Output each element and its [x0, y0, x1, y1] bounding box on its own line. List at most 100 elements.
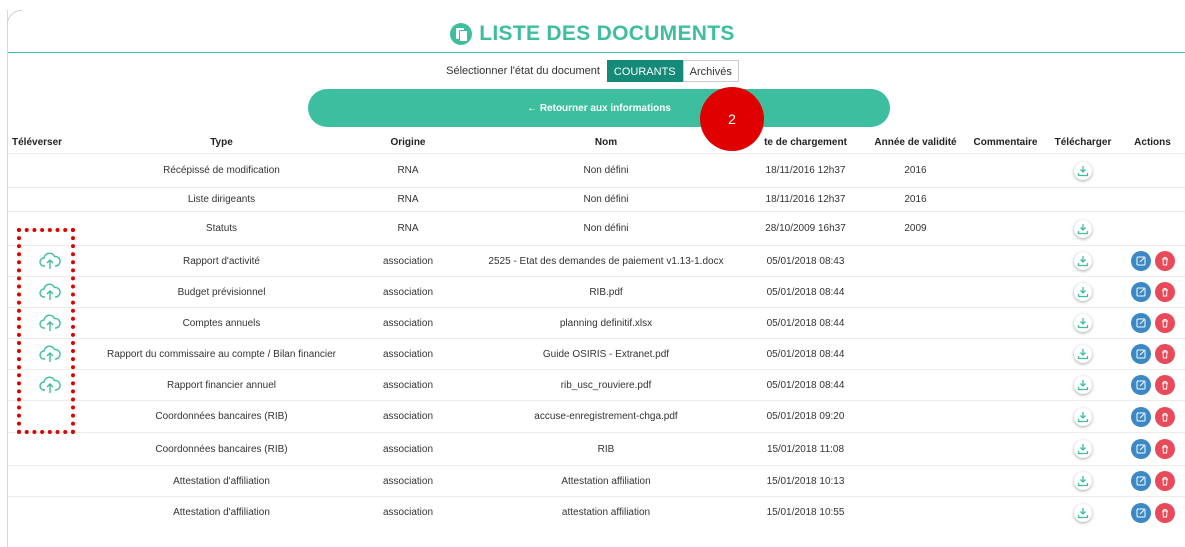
download-icon[interactable]: [1074, 503, 1092, 522]
validity-year-cell: [866, 307, 965, 339]
name-cell: rib_usc_rouviere.pdf: [467, 369, 745, 401]
validity-year-cell: [866, 400, 965, 433]
title-divider: [8, 52, 1185, 53]
edit-icon[interactable]: [1130, 282, 1151, 302]
state-archived-button[interactable]: Archivés: [682, 60, 739, 82]
edit-icon[interactable]: [1130, 251, 1151, 271]
validity-year-cell: [866, 496, 965, 529]
validity-year-cell: [866, 338, 965, 370]
delete-icon[interactable]: [1154, 502, 1175, 523]
state-current-button[interactable]: COURANTS: [606, 60, 683, 82]
edit-icon[interactable]: [1130, 406, 1151, 427]
origin-cell: association: [349, 307, 467, 339]
edit-icon[interactable]: [1130, 375, 1151, 395]
actions-cell: [1120, 465, 1185, 497]
edit-icon[interactable]: [1130, 502, 1151, 523]
edit-icon[interactable]: [1130, 439, 1151, 459]
delete-icon[interactable]: [1154, 251, 1175, 271]
header-name: Nom: [594, 136, 618, 148]
validity-year-cell: [866, 465, 965, 497]
comment-cell: [965, 369, 1046, 401]
state-label: Sélectionner l'état du document: [446, 65, 600, 77]
download-icon[interactable]: [1074, 472, 1092, 490]
download-icon[interactable]: [1074, 440, 1092, 458]
upload-cell: [8, 432, 94, 466]
name-cell: RIB.pdf: [467, 276, 745, 308]
download-cell: [1046, 338, 1120, 370]
upload-date-cell: 18/11/2016 12h37: [745, 153, 866, 188]
upload-date-cell: 05/01/2018 08:44: [745, 307, 866, 339]
name-cell: Guide OSIRIS - Extranet.pdf: [467, 338, 745, 370]
validity-year-cell: [866, 276, 965, 308]
table-row: Attestation d'affiliation association Atte…: [8, 465, 1185, 497]
name-cell: attestation affiliation: [467, 496, 745, 529]
page-header: LISTE DES DOCUMENTS: [0, 22, 1185, 46]
download-cell: [1046, 465, 1120, 497]
origin-cell: RNA: [349, 211, 467, 246]
download-cell: [1046, 245, 1120, 277]
validity-year-cell: 2016: [866, 187, 965, 212]
comment-cell: [965, 276, 1046, 308]
delete-icon[interactable]: [1154, 282, 1175, 302]
table-row: Récépissé de modification RNA Non défini 18…: [8, 153, 1185, 188]
download-icon[interactable]: [1074, 407, 1092, 426]
edit-icon[interactable]: [1130, 471, 1151, 491]
comment-cell: [965, 153, 1046, 188]
type-cell: Coordonnées bancaires (RIB): [94, 400, 349, 433]
comment-cell: [965, 400, 1046, 433]
comment-cell: [965, 211, 1046, 246]
download-icon[interactable]: [1074, 219, 1092, 238]
origin-cell: association: [349, 338, 467, 370]
delete-icon[interactable]: [1154, 406, 1175, 427]
comment-cell: [965, 187, 1046, 212]
download-icon[interactable]: [1074, 314, 1092, 332]
comment-cell: [965, 432, 1046, 466]
validity-year-cell: [866, 369, 965, 401]
type-cell: Coordonnées bancaires (RIB): [94, 432, 349, 466]
download-cell: [1046, 276, 1120, 308]
name-cell: Attestation affiliation: [467, 465, 745, 497]
delete-icon[interactable]: [1154, 375, 1175, 395]
download-cell: [1046, 432, 1120, 466]
delete-icon[interactable]: [1154, 439, 1175, 459]
table-row: Coordonnées bancaires (RIB) association RI…: [8, 432, 1185, 466]
upload-cell: [8, 187, 94, 212]
download-icon[interactable]: [1074, 252, 1092, 270]
edit-icon[interactable]: [1130, 344, 1151, 364]
comment-cell: [965, 245, 1046, 277]
delete-icon[interactable]: [1154, 344, 1175, 364]
download-icon[interactable]: [1074, 345, 1092, 363]
validity-year-cell: 2016: [866, 153, 965, 188]
name-cell: RIB: [467, 432, 745, 466]
validity-year-cell: [866, 432, 965, 466]
name-cell: planning definitif.xlsx: [467, 307, 745, 339]
actions-cell: [1120, 245, 1185, 277]
type-cell: Liste dirigeants: [94, 187, 349, 212]
table-row: Comptes annuels association planning defin…: [8, 307, 1185, 339]
table-row: Statuts RNA Non défini 28/10/2009 16h37 2009: [8, 211, 1185, 246]
page-title: LISTE DES DOCUMENTS: [479, 22, 735, 45]
upload-cell: [8, 153, 94, 188]
return-to-info-button[interactable]: ← Retourner aux informations: [308, 89, 890, 127]
download-icon[interactable]: [1074, 376, 1092, 394]
download-cell: [1046, 496, 1120, 529]
origin-cell: association: [349, 496, 467, 529]
download-cell: [1046, 369, 1120, 401]
validity-year-cell: [866, 245, 965, 277]
download-icon[interactable]: [1074, 161, 1092, 180]
table-row: Coordonnées bancaires (RIB) association ac…: [8, 400, 1185, 433]
header-validity-year: Année de validité: [874, 136, 957, 148]
delete-icon[interactable]: [1154, 471, 1175, 491]
header-type: Type: [210, 136, 233, 148]
download-icon[interactable]: [1074, 283, 1092, 301]
upload-cell: [8, 496, 94, 529]
header-upload-date: te de chargement: [764, 136, 847, 148]
table-row: Budget prévisionnel association RIB.pdf 05/…: [8, 276, 1185, 308]
header-comment: Commentaire: [973, 136, 1038, 148]
name-cell: Non défini: [467, 187, 745, 212]
upload-date-cell: 15/01/2018 10:13: [745, 465, 866, 497]
upload-date-cell: 28/10/2009 16h37: [745, 211, 866, 246]
actions-cell: [1120, 276, 1185, 308]
edit-icon[interactable]: [1130, 313, 1151, 333]
delete-icon[interactable]: [1154, 313, 1175, 333]
